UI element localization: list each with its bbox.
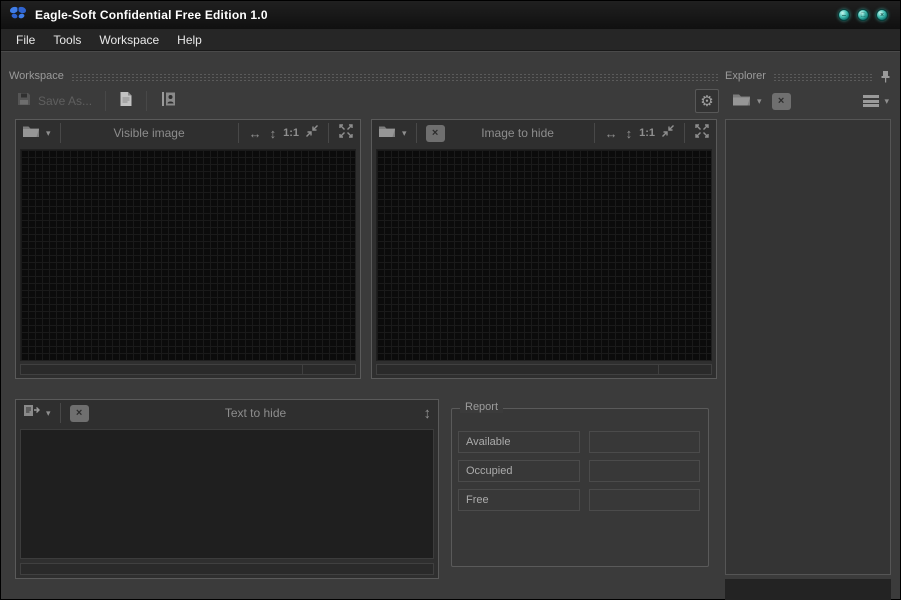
fit-screen-icon[interactable] [305, 124, 319, 143]
window-title: Eagle-Soft Confidential Free Edition 1.0 [35, 8, 268, 22]
remove-text-button[interactable]: × [70, 405, 89, 422]
workspace-header-texture [71, 72, 719, 81]
header-separator [60, 123, 61, 143]
toolbar-separator [105, 91, 106, 111]
report-row-free: Free [458, 489, 700, 511]
report-row-occupied: Occupied [458, 460, 700, 482]
fit-height-icon[interactable]: ↕ [625, 127, 634, 140]
menu-divider [1, 51, 900, 52]
fit-height-icon[interactable]: ↕ [269, 127, 278, 140]
maximize-button[interactable]: □ [857, 9, 869, 21]
explorer-toolbar: ▾ × ▾ [727, 86, 889, 116]
chevron-down-icon[interactable]: ▾ [884, 97, 889, 106]
text-to-hide-statusbar [20, 563, 434, 575]
header-separator [416, 123, 417, 143]
actual-size-button[interactable]: 1:1 [639, 127, 655, 139]
menu-bar: File Tools Workspace Help [1, 29, 900, 51]
save-icon [16, 91, 32, 112]
explorer-bottom-strip [725, 579, 891, 600]
minimize-button[interactable]: – [838, 9, 850, 21]
remove-image-button[interactable]: × [426, 125, 445, 142]
explorer-header: Explorer [725, 69, 891, 83]
text-to-hide-editor[interactable] [20, 429, 434, 559]
header-separator [238, 123, 239, 143]
chevron-down-icon[interactable]: ▾ [402, 129, 407, 138]
workspace-toolbar: Save As... [11, 86, 719, 116]
explorer-close-button[interactable]: × [772, 93, 791, 110]
text-to-hide-panel: ▾ × Text to hide ↕ [15, 399, 439, 579]
report-value [589, 431, 700, 453]
image-to-hide-statusbar [376, 364, 712, 375]
image-to-hide-panel-header: ▾ × Image to hide ↔ ↕ 1:1 [372, 120, 716, 146]
visible-image-canvas [20, 149, 356, 361]
explorer-header-label: Explorer [725, 70, 773, 82]
hamburger-menu-icon [863, 95, 879, 107]
explorer-tree-panel[interactable] [725, 119, 891, 575]
window-controls: – □ × [838, 9, 892, 21]
save-as-button[interactable]: Save As... [11, 88, 97, 115]
close-button[interactable]: × [876, 9, 888, 21]
chevron-down-icon[interactable]: ▾ [46, 409, 51, 418]
expand-vertical-icon[interactable]: ↕ [423, 406, 433, 421]
workspace-header: Workspace [9, 69, 719, 83]
image-to-hide-canvas [376, 149, 712, 361]
report-label: Free [458, 489, 580, 511]
document-icon [119, 91, 133, 112]
image-to-hide-panel: ▾ × Image to hide ↔ ↕ 1:1 [371, 119, 717, 379]
chevron-down-icon[interactable]: ▾ [757, 97, 762, 106]
menu-tools[interactable]: Tools [44, 31, 90, 49]
gear-icon: ⚙ [700, 92, 713, 110]
explorer-menu-button[interactable]: ▾ [863, 95, 889, 107]
report-value [589, 489, 700, 511]
app-window: Eagle-Soft Confidential Free Edition 1.0… [0, 0, 901, 600]
image-to-hide-title: Image to hide [451, 126, 585, 140]
visible-image-panel-header: ▾ Visible image ↔ ↕ 1:1 [16, 120, 360, 146]
save-as-label: Save As... [38, 94, 92, 108]
fit-width-icon[interactable]: ↔ [248, 127, 263, 140]
explorer-header-texture [773, 72, 874, 81]
visible-image-title: Visible image [70, 126, 229, 140]
fit-screen-icon[interactable] [661, 124, 675, 143]
app-logo-butterfly-icon [9, 5, 27, 26]
document-button[interactable] [114, 88, 138, 115]
header-separator [684, 123, 685, 143]
open-text-icon[interactable] [22, 403, 40, 423]
report-label: Available [458, 431, 580, 453]
profile-list-icon [160, 91, 176, 112]
report-groupbox: Report Available Occupied Free [451, 408, 709, 567]
chevron-down-icon[interactable]: ▾ [46, 129, 51, 138]
visible-image-statusbar [20, 364, 356, 375]
folder-icon [732, 92, 751, 111]
settings-gear-button[interactable]: ⚙ [695, 89, 719, 113]
fit-width-icon[interactable]: ↔ [604, 127, 619, 140]
open-image-icon[interactable] [378, 124, 396, 143]
text-to-hide-title: Text to hide [95, 406, 417, 420]
open-image-icon[interactable] [22, 124, 40, 143]
profile-list-button[interactable] [155, 88, 181, 115]
header-separator [328, 123, 329, 143]
title-bar: Eagle-Soft Confidential Free Edition 1.0… [1, 1, 900, 29]
menu-workspace[interactable]: Workspace [90, 31, 168, 49]
workspace-header-label: Workspace [9, 70, 71, 82]
pin-icon[interactable] [880, 70, 891, 83]
report-row-available: Available [458, 431, 700, 453]
report-label: Occupied [458, 460, 580, 482]
report-title: Report [460, 401, 503, 413]
fullscreen-icon[interactable] [338, 123, 354, 144]
text-to-hide-panel-header: ▾ × Text to hide ↕ [16, 400, 438, 426]
header-separator [60, 403, 61, 423]
report-rows: Available Occupied Free [452, 409, 708, 511]
fullscreen-icon[interactable] [694, 123, 710, 144]
menu-help[interactable]: Help [168, 31, 211, 49]
report-value [589, 460, 700, 482]
explorer-open-folder-button[interactable]: ▾ [727, 89, 767, 114]
header-separator [594, 123, 595, 143]
menu-file[interactable]: File [7, 31, 44, 49]
visible-image-panel: ▾ Visible image ↔ ↕ 1:1 [15, 119, 361, 379]
actual-size-button[interactable]: 1:1 [283, 127, 299, 139]
toolbar-separator [146, 91, 147, 111]
